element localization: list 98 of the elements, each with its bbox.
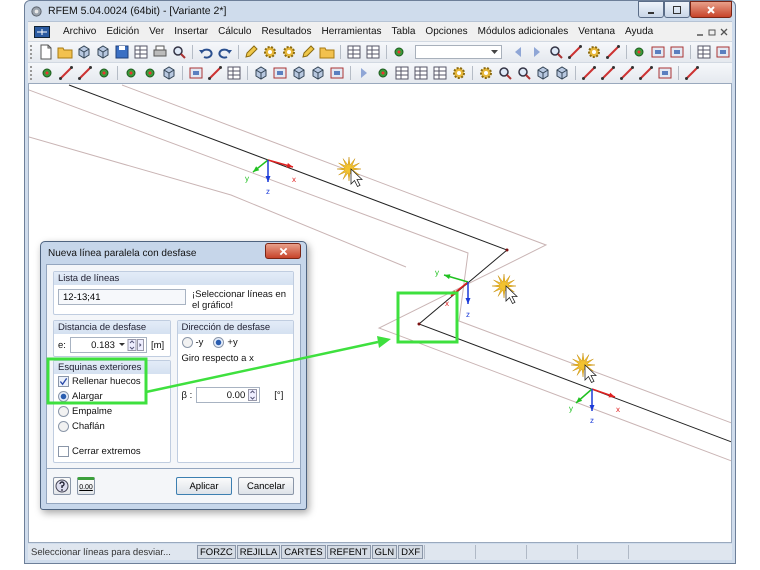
menu-item[interactable]: Insertar <box>169 26 214 37</box>
checkbox[interactable] <box>58 376 69 387</box>
status-toggle[interactable]: DXF <box>398 545 424 559</box>
status-message: Seleccionar líneas para desviar... <box>30 546 172 558</box>
maximize-icon <box>672 4 682 14</box>
field-label: e: <box>58 340 66 350</box>
table-icon[interactable] <box>393 64 411 82</box>
maximize-button[interactable] <box>664 1 690 18</box>
radio-label: Empalme <box>72 406 112 417</box>
menu-item[interactable]: Herramientas <box>316 26 387 37</box>
close-icon <box>706 4 716 14</box>
unit-label: [°] <box>274 390 284 400</box>
menu-item[interactable]: Módulos adicionales <box>472 26 574 37</box>
caret-icon <box>490 50 498 54</box>
radio-button[interactable] <box>58 421 69 432</box>
window-title: RFEM 5.04.0024 (64bit) - [Variante 2*] <box>48 5 228 17</box>
axis-label: z <box>590 416 594 425</box>
group-title: Distancia de desfase <box>54 321 170 334</box>
dialog-title: Nueva línea paralela con desfase <box>48 248 196 258</box>
radio-label: -y <box>196 337 204 348</box>
hint-text: ¡Seleccionar líneas en el gráfico! <box>192 289 287 311</box>
table-icon[interactable] <box>225 64 243 82</box>
line-tool-icon[interactable] <box>57 64 75 82</box>
menu-item[interactable]: Opciones <box>420 26 473 37</box>
minimize-icon <box>648 12 654 14</box>
table-icon[interactable] <box>412 64 430 82</box>
radio-label: +y <box>227 337 238 348</box>
cursor-click-icon <box>570 352 597 384</box>
line-tool-icon[interactable] <box>683 64 701 82</box>
menu-item[interactable]: Cálculo <box>213 26 256 37</box>
cursor-click-icon <box>492 274 518 304</box>
axis-label: x <box>292 175 296 184</box>
menu-item[interactable]: Ventana <box>573 26 620 37</box>
radio-button[interactable] <box>58 391 69 402</box>
restore-icon[interactable] <box>708 28 716 36</box>
line-tool-icon[interactable] <box>566 43 584 61</box>
line-tool-icon[interactable] <box>599 64 617 82</box>
line-tool-icon[interactable] <box>206 64 224 82</box>
close-button[interactable] <box>690 1 732 18</box>
radio-label: Chaflán <box>72 421 105 432</box>
lines-input-field[interactable]: 12-13;41 <box>58 289 186 305</box>
status-toggle[interactable]: REJILLA <box>236 545 280 559</box>
field-label: β : <box>182 390 192 400</box>
axis-label: z <box>466 310 470 319</box>
menu-item[interactable]: Tabla <box>386 26 420 37</box>
radio-label: Alargar <box>72 391 103 402</box>
axis-label: y <box>569 404 573 413</box>
status-toggle[interactable]: GLN <box>372 545 398 559</box>
table-icon[interactable] <box>132 43 150 61</box>
spinner-icon[interactable] <box>248 389 258 401</box>
axis-label: y <box>435 268 439 277</box>
minimize-button[interactable] <box>638 1 664 18</box>
node-point <box>418 322 420 326</box>
spinner-icon[interactable] <box>118 339 144 351</box>
menu-item[interactable]: Archivo <box>58 26 102 37</box>
menu-item[interactable]: Ver <box>144 26 170 37</box>
radio-button[interactable] <box>58 406 69 417</box>
table-icon[interactable] <box>431 64 449 82</box>
status-toggle[interactable]: FORZC <box>197 545 236 559</box>
axis-label: x <box>616 405 620 414</box>
angle-input-field[interactable]: 0.00 <box>196 387 260 403</box>
highlight-box <box>396 292 458 344</box>
axis-label: y <box>245 174 249 183</box>
close-icon[interactable] <box>720 28 728 36</box>
cursor-click-icon <box>336 156 363 188</box>
line-tool-icon[interactable] <box>604 43 622 61</box>
axis-label: x <box>445 299 449 308</box>
checkbox-label: Cerrar extremos <box>72 446 141 457</box>
dialog-button[interactable]: Cancelar <box>238 477 294 495</box>
save-icon[interactable] <box>113 43 132 61</box>
group-title: Esquinas exteriores <box>54 361 170 374</box>
axis-label: z <box>266 187 270 196</box>
radio-button[interactable] <box>213 337 224 348</box>
table-icon[interactable] <box>344 43 363 61</box>
menu-item[interactable]: Resultados <box>256 26 316 37</box>
close-button[interactable] <box>265 243 301 259</box>
table-icon[interactable] <box>364 43 382 61</box>
group-title: Dirección de desfase <box>178 321 293 334</box>
status-toggle[interactable]: REFENT <box>326 545 371 559</box>
field-label: Giro respecto a x <box>182 353 254 364</box>
group-title: Lista de líneas <box>54 272 293 285</box>
line-tool-icon[interactable] <box>637 64 655 82</box>
menu-item[interactable]: Ayuda <box>620 26 658 37</box>
radio-button[interactable] <box>182 337 192 348</box>
close-icon <box>278 246 288 256</box>
line-tool-icon[interactable] <box>76 64 94 82</box>
menu-item[interactable]: Edición <box>101 26 144 37</box>
offset-input-field[interactable]: 0.183 <box>70 337 147 353</box>
status-toggle[interactable]: CARTES <box>281 545 326 559</box>
table-icon[interactable] <box>695 43 714 61</box>
node-point <box>506 248 508 252</box>
unit-label: [m] <box>150 340 164 350</box>
line-tool-icon[interactable] <box>618 64 636 82</box>
line-tool-icon[interactable] <box>580 64 598 82</box>
checkbox[interactable] <box>58 446 69 457</box>
checkbox-label: Rellenar huecos <box>72 376 141 387</box>
help-button[interactable] <box>53 477 71 495</box>
dialog-button[interactable]: Aplicar <box>176 477 232 495</box>
